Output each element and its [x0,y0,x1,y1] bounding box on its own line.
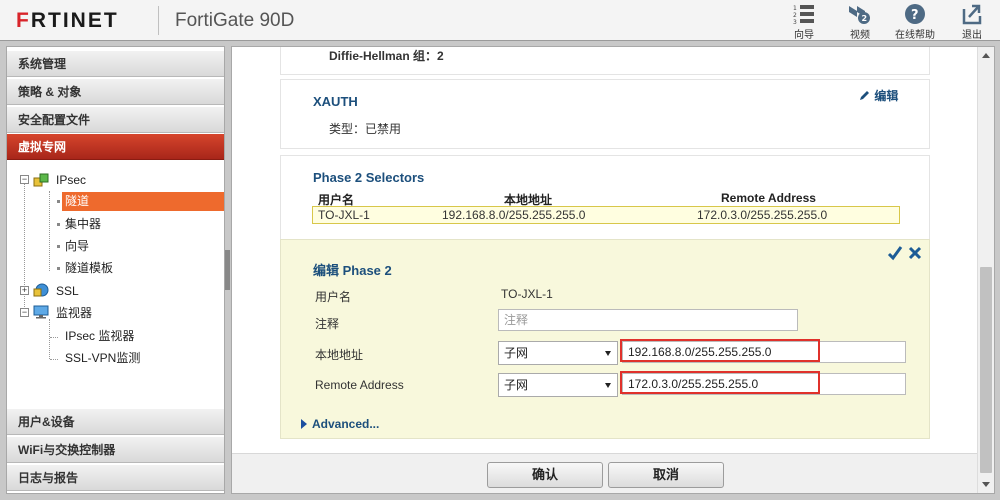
fortinet-logo: FRTINET [16,9,119,32]
menu-user-device[interactable]: 用户&设备 [7,409,224,435]
pencil-icon [860,91,869,100]
menu-system[interactable]: 系统管理 [7,51,224,77]
tree-connector [50,337,58,338]
cancel-x-icon[interactable] [908,246,922,260]
help-icon: ? [905,4,925,24]
tree-tunnel-template[interactable]: 隧道模板 [65,259,113,278]
video-button[interactable]: 2 视频 [835,3,885,41]
cancel-button[interactable]: 取消 [608,462,724,488]
ssl-icon [33,283,49,297]
top-header: FRTINET FortiGate 90D 1 2 3 向导 2 视频 ? 在线… [0,0,1000,41]
menu-security-profiles[interactable]: 安全配置文件 [7,107,224,133]
svg-text:2: 2 [862,14,868,23]
tree-bullet [57,200,60,203]
dh-group-text: Diffie-Hellman 组：2 [329,49,444,63]
wizard-button[interactable]: 1 2 3 向导 [779,3,829,41]
tree-connector [49,191,50,271]
svg-text:1: 1 [793,5,797,12]
caret-right-icon [301,419,307,429]
main-content: Diffie-Hellman 组：2 XAUTH 编辑 类型：已禁用 Phase… [231,46,995,494]
advanced-toggle[interactable]: Advanced... [301,417,379,431]
tree-tunnel[interactable]: 隧道 [62,192,224,211]
tree-bullet [57,245,60,248]
dh-panel: Diffie-Hellman 组：2 [280,47,930,75]
local-address-label: 本地地址 [315,348,364,362]
scroll-down-arrow-icon[interactable] [982,482,990,487]
tree-ipsec-monitor[interactable]: IPsec 监视器 [65,327,134,346]
menu-policy-objects[interactable]: 策略 & 对象 [7,79,224,105]
vertical-scrollbar[interactable] [977,47,994,493]
ipsec-expander[interactable]: − [20,175,29,184]
ssl-expander[interactable]: + [20,286,29,295]
selector-local: 192.168.8.0/255.255.255.0 [442,208,586,222]
svg-text:3: 3 [793,19,797,25]
scroll-up-arrow-icon[interactable] [982,53,990,58]
monitor-expander[interactable]: − [20,308,29,317]
tree-monitor[interactable]: 监视器 [56,304,92,323]
name-value: TO-JXL-1 [501,287,553,301]
menu-wifi-switch[interactable]: WiFi与交换控制器 [7,437,224,463]
tree-connector [49,319,50,359]
tree-connector [50,359,58,360]
tree-bullet [57,267,60,270]
name-label: 用户名 [315,290,352,304]
device-name: FortiGate 90D [175,10,295,31]
svg-text:2: 2 [793,12,797,19]
tree-ssl[interactable]: SSL [56,282,79,301]
xauth-title: XAUTH [313,94,358,109]
col-header-remote: Remote Address [721,191,816,205]
highlight-box-remote [620,371,820,394]
phase2-selectors-title: Phase 2 Selectors [313,170,425,185]
selector-name: TO-JXL-1 [318,208,370,222]
tree-concentrator[interactable]: 集中器 [65,215,101,234]
edit-phase2-panel: 编辑 Phase 2 用户名 TO-JXL-1 注释 注释 本地地址 子网 19… [280,239,930,439]
wizard-icon: 1 2 3 [793,5,814,25]
logout-icon [962,4,982,25]
phase2-selectors-panel: Phase 2 Selectors 用户名 本地地址 Remote Addres… [280,155,930,239]
comment-input[interactable]: 注释 [498,309,798,331]
confirm-check-icon[interactable] [887,245,903,261]
xauth-type: 类型：已禁用 [329,122,402,136]
xauth-edit-link[interactable]: 编辑 [859,87,898,104]
selector-row[interactable]: TO-JXL-1 192.168.8.0/255.255.255.0 172.0… [312,206,900,224]
ipsec-icon [33,173,49,187]
selector-remote: 172.0.3.0/255.255.255.0 [697,208,828,222]
tree-wizard[interactable]: 向导 [65,237,89,256]
ok-button[interactable]: 确认 [487,462,603,488]
svg-text:?: ? [911,8,919,23]
tree-bullet [57,223,60,226]
remote-address-label: Remote Address [315,378,404,392]
scroll-thumb[interactable] [980,267,992,473]
logout-button[interactable]: 退出 [947,3,997,41]
xauth-panel: XAUTH 编辑 类型：已禁用 [280,79,930,149]
edit-phase2-title: 编辑 Phase 2 [313,263,392,278]
form-footer: 确认 取消 [232,453,994,493]
sidebar-collapse-handle[interactable] [225,250,230,290]
help-button[interactable]: ? 在线帮助 [890,3,940,41]
local-address-type-select[interactable]: 子网 [498,341,618,365]
tree-ipsec[interactable]: IPsec [56,171,86,190]
highlight-box-local [620,339,820,362]
sidebar: 系统管理 策略 & 对象 安全配置文件 虚拟专网 − IPsec 隧道 集中器 … [6,46,225,494]
tree-sslvpn-monitor[interactable]: SSL-VPN监测 [65,349,140,368]
header-divider [158,6,159,35]
monitor-icon [33,305,49,319]
chevron-down-icon [605,383,611,388]
remote-address-type-select[interactable]: 子网 [498,373,618,397]
menu-vpn[interactable]: 虚拟专网 [7,134,224,160]
chevron-down-icon [605,351,611,356]
comment-label: 注释 [315,317,340,331]
menu-log-report[interactable]: 日志与报告 [7,465,224,491]
video-icon: 2 [849,6,870,24]
